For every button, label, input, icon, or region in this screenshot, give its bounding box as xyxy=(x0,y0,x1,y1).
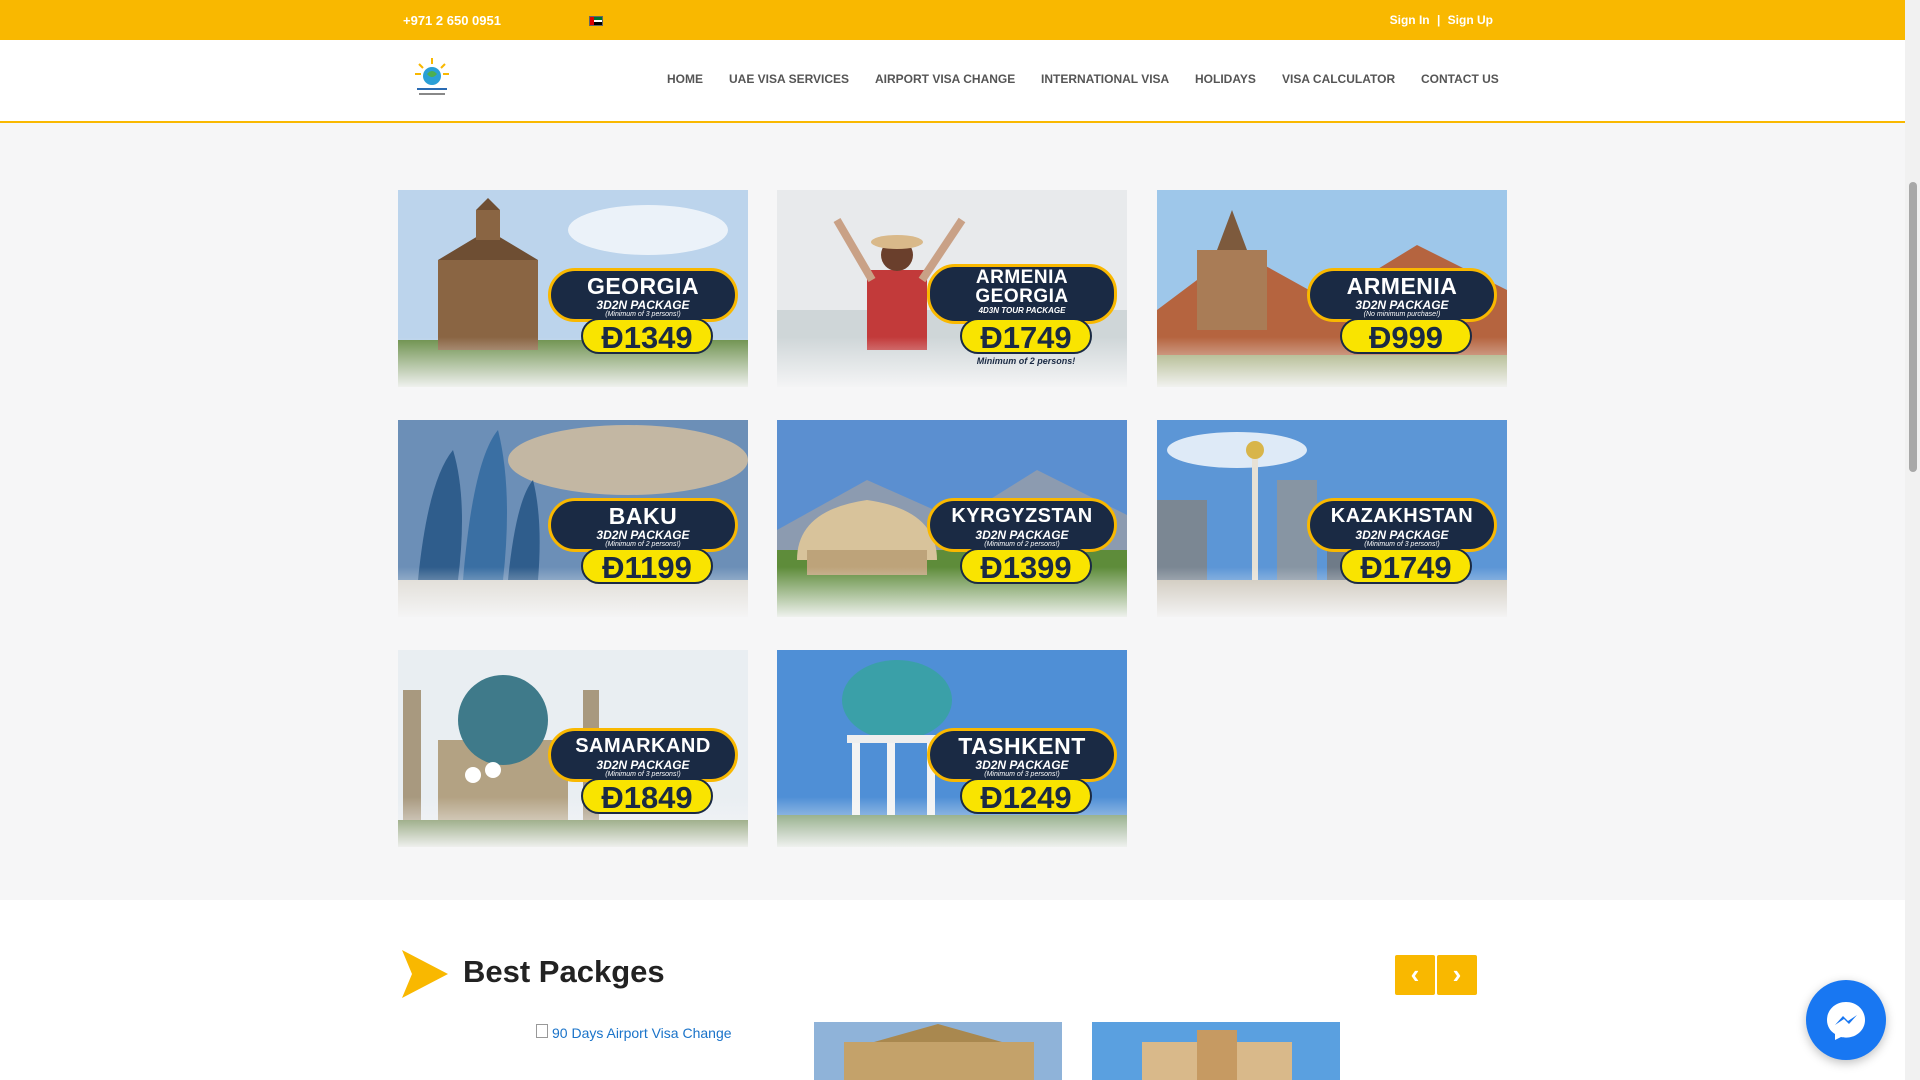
messenger-icon xyxy=(1827,1002,1865,1040)
package-place: SAMARKAND xyxy=(575,735,711,757)
nav-home[interactable]: HOME xyxy=(667,72,703,86)
chevron-left-icon[interactable]: ‹ xyxy=(1395,955,1435,995)
package-price: Đ1749 xyxy=(1340,548,1472,585)
main-navbar: HOME UAE VISA SERVICES AIRPORT VISA CHAN… xyxy=(0,40,1905,123)
package-price: Đ1249 xyxy=(960,778,1092,815)
package-place: TASHKENT xyxy=(958,733,1086,759)
scrollbar-thumb[interactable] xyxy=(1909,182,1917,472)
messenger-chat-button[interactable] xyxy=(1806,980,1886,1060)
package-badge: GEORGIA 3D2N PACKAGE (Minimum of 3 perso… xyxy=(548,268,738,322)
package-place: KYRGYZSTAN xyxy=(951,505,1093,527)
package-card-georgia[interactable]: GEORGIA 3D2N PACKAGE (Minimum of 3 perso… xyxy=(398,190,748,387)
package-price-note: Minimum of 2 persons! xyxy=(976,356,1076,366)
nav-airport-visa-change[interactable]: AIRPORT VISA CHANGE xyxy=(875,72,1015,86)
nav-holidays[interactable]: HOLIDAYS xyxy=(1195,72,1256,86)
section-title: Best Packges xyxy=(463,954,665,989)
auth-separator: | xyxy=(1436,13,1441,27)
package-duration: 3D2N PACKAGE xyxy=(1355,528,1449,542)
nav-international-visa[interactable]: INTERNATIONAL VISA xyxy=(1041,72,1169,86)
package-card-tashkent[interactable]: TASHKENT 3D2N PACKAGE (Minimum of 3 pers… xyxy=(777,650,1127,847)
site-logo[interactable] xyxy=(409,56,455,100)
package-thumbnail[interactable] xyxy=(814,1022,1062,1080)
uae-flag-icon[interactable] xyxy=(589,16,603,26)
package-badge: KYRGYZSTAN 3D2N PACKAGE (Minimum of 2 pe… xyxy=(927,498,1117,552)
package-badge: SAMARKAND 3D2N PACKAGE (Minimum of 3 per… xyxy=(548,728,738,782)
package-card-kyrgyzstan[interactable]: KYRGYZSTAN 3D2N PACKAGE (Minimum of 2 pe… xyxy=(777,420,1127,617)
package-card-baku[interactable]: BAKU 3D2N PACKAGE (Minimum of 2 persons!… xyxy=(398,420,748,617)
sign-up-link[interactable]: Sign Up xyxy=(1448,13,1493,27)
package-place: ARMENIA xyxy=(1346,273,1458,299)
package-price: Đ1399 xyxy=(960,548,1092,585)
package-price: Đ1749 xyxy=(960,318,1092,355)
package-card-samarkand[interactable]: SAMARKAND 3D2N PACKAGE (Minimum of 3 per… xyxy=(398,650,748,847)
package-place: ARMENIA GEORGIA xyxy=(975,267,1069,307)
package-duration: 4D3N TOUR PACKAGE xyxy=(978,306,1066,315)
package-price: Đ999 xyxy=(1340,318,1472,355)
auth-links: Sign In | Sign Up xyxy=(1390,13,1493,27)
package-price: Đ1199 xyxy=(581,548,713,585)
nav-visa-calculator[interactable]: VISA CALCULATOR xyxy=(1282,72,1395,86)
package-place: KAZAKHSTAN xyxy=(1330,505,1474,527)
package-badge: KAZAKHSTAN 3D2N PACKAGE (Minimum of 3 pe… xyxy=(1307,498,1497,552)
package-duration: 3D2N PACKAGE xyxy=(596,298,690,312)
package-card-armenia[interactable]: ARMENIA 3D2N PACKAGE (No minimum purchas… xyxy=(1157,190,1507,387)
package-badge: ARMENIA GEORGIA 4D3N TOUR PACKAGE xyxy=(927,264,1117,324)
play-arrow-icon xyxy=(402,950,448,998)
package-badge: ARMENIA 3D2N PACKAGE (No minimum purchas… xyxy=(1307,268,1497,322)
package-price: Đ1349 xyxy=(581,318,713,355)
best-packages-section: Best Packges ‹ › 90 Days Airport Visa Ch… xyxy=(0,900,1905,1080)
package-duration: 3D2N PACKAGE xyxy=(1355,298,1449,312)
nav-uae-visa-services[interactable]: UAE VISA SERVICES xyxy=(729,72,849,86)
packages-grid: GEORGIA 3D2N PACKAGE (Minimum of 3 perso… xyxy=(0,125,1905,900)
package-card-armenia-georgia[interactable]: ARMENIA GEORGIA 4D3N TOUR PACKAGE Đ1749 … xyxy=(777,190,1127,387)
package-card-kazakhstan[interactable]: KAZAKHSTAN 3D2N PACKAGE (Minimum of 3 pe… xyxy=(1157,420,1507,617)
broken-image-icon xyxy=(536,1024,548,1038)
package-thumbnail[interactable] xyxy=(1092,1022,1340,1080)
package-badge: TASHKENT 3D2N PACKAGE (Minimum of 3 pers… xyxy=(927,728,1117,782)
package-place: BAKU xyxy=(608,503,678,529)
phone-number[interactable]: +971 2 650 0951 xyxy=(403,13,501,28)
package-duration: 3D2N PACKAGE xyxy=(596,528,690,542)
top-bar: +971 2 650 0951 Sign In | Sign Up xyxy=(0,0,1905,40)
package-place: GEORGIA xyxy=(586,273,700,299)
package-price: Đ1849 xyxy=(581,778,713,815)
package-image-alt-text[interactable]: 90 Days Airport Visa Change xyxy=(552,1025,732,1041)
page-scrollbar[interactable] xyxy=(1905,0,1920,1080)
nav-contact-us[interactable]: CONTACT US xyxy=(1421,72,1499,86)
package-duration: 3D2N PACKAGE xyxy=(596,758,690,772)
sign-in-link[interactable]: Sign In xyxy=(1390,13,1430,27)
package-duration: 3D2N PACKAGE xyxy=(975,528,1069,542)
package-badge: BAKU 3D2N PACKAGE (Minimum of 2 persons!… xyxy=(548,498,738,552)
chevron-right-icon[interactable]: › xyxy=(1437,955,1477,995)
package-duration: 3D2N PACKAGE xyxy=(975,758,1069,772)
